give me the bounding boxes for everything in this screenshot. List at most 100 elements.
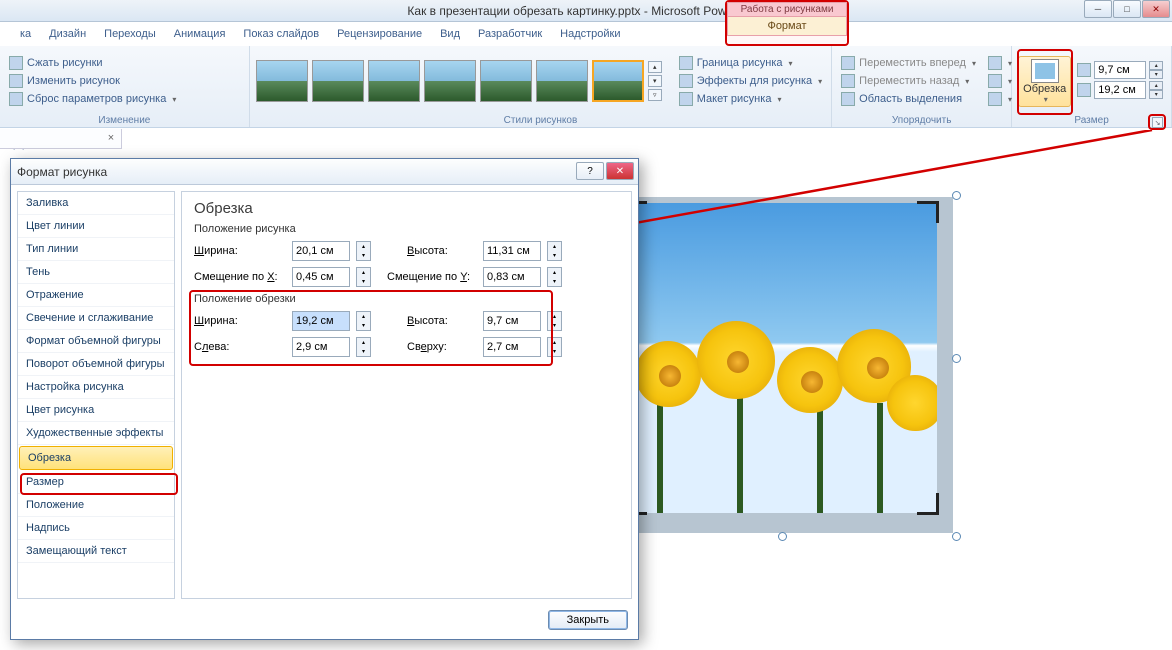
send-backward-button[interactable]: Переместить назад▾: [838, 73, 979, 89]
size-dialog-launcher[interactable]: ↘: [1152, 117, 1163, 128]
style-thumb[interactable]: [424, 60, 476, 102]
change-picture-icon: [9, 74, 23, 88]
group-title-size: Размер: [1018, 114, 1165, 127]
crop-left-spinner[interactable]: ▴▾: [356, 337, 371, 357]
dialog-nav-item[interactable]: Заливка: [18, 192, 174, 215]
dialog-nav-item[interactable]: Настройка рисунка: [18, 376, 174, 399]
dialog-nav-item[interactable]: Цвет рисунка: [18, 399, 174, 422]
picture-layout-button[interactable]: Макет рисунка▾: [676, 91, 825, 107]
dialog-close-button[interactable]: ✕: [606, 162, 634, 180]
offset-y-input[interactable]: [483, 267, 541, 287]
picture-position-label: Положение рисунка: [194, 223, 619, 235]
dialog-nav-item[interactable]: Отражение: [18, 284, 174, 307]
dialog-content: Обрезка Положение рисунка Ширина: ▴▾ Выс…: [181, 191, 632, 599]
close-panel-icon[interactable]: ×: [104, 132, 118, 146]
offset-x-input[interactable]: [292, 267, 350, 287]
pic-height-spinner[interactable]: ▴▾: [547, 241, 562, 261]
gallery-scroll[interactable]: ▴▾▿: [648, 61, 664, 101]
compress-icon: [9, 56, 23, 70]
selection-handle[interactable]: [952, 191, 961, 200]
crop-width-input[interactable]: [292, 311, 350, 331]
minimize-button[interactable]: ─: [1084, 0, 1112, 18]
effects-icon: [679, 74, 693, 88]
dialog-nav-item[interactable]: Свечение и сглаживание: [18, 307, 174, 330]
crop-top-input[interactable]: [483, 337, 541, 357]
rotate-icon: [988, 92, 1002, 106]
picture-object[interactable]: [627, 203, 937, 513]
border-icon: [679, 56, 693, 70]
width-input[interactable]: [1094, 81, 1146, 99]
tab-item[interactable]: Рецензирование: [337, 28, 422, 40]
dialog-nav-item[interactable]: Тип линии: [18, 238, 174, 261]
height-spinner[interactable]: ▴▾: [1149, 61, 1163, 79]
dialog-close-action[interactable]: Закрыть: [548, 610, 628, 630]
dialog-nav-item[interactable]: Надпись: [18, 517, 174, 540]
group-button[interactable]: ▾: [985, 73, 1015, 89]
crop-top-spinner[interactable]: ▴▾: [547, 337, 562, 357]
crop-handle[interactable]: [917, 493, 939, 515]
align-icon: [988, 56, 1002, 70]
offset-x-spinner[interactable]: ▴▾: [356, 267, 371, 287]
reset-picture-button[interactable]: Сброс параметров рисунка▾: [6, 91, 179, 107]
forward-icon: [841, 56, 855, 70]
title-bar: Как в презентации обрезать картинку.pptx…: [0, 0, 1172, 22]
pic-height-label: Высота:: [407, 245, 477, 257]
width-spinner[interactable]: ▴▾: [1149, 81, 1163, 99]
style-thumb[interactable]: [592, 60, 644, 102]
rotate-button[interactable]: ▾: [985, 91, 1015, 107]
pic-width-input[interactable]: [292, 241, 350, 261]
selection-icon: [841, 92, 855, 106]
dialog-help-button[interactable]: ?: [576, 162, 604, 180]
dialog-nav-item[interactable]: Обрезка: [19, 446, 173, 470]
picture-effects-button[interactable]: Эффекты для рисунка▾: [676, 73, 825, 89]
align-button[interactable]: ▾: [985, 55, 1015, 71]
selection-handle[interactable]: [952, 532, 961, 541]
pic-height-input[interactable]: [483, 241, 541, 261]
dialog-nav-item[interactable]: Формат объемной фигуры: [18, 330, 174, 353]
format-picture-dialog: Формат рисунка ? ✕ ЗаливкаЦвет линииТип …: [10, 158, 639, 640]
pic-width-spinner[interactable]: ▴▾: [356, 241, 371, 261]
crop-left-input[interactable]: [292, 337, 350, 357]
tab-item[interactable]: Надстройки: [560, 28, 620, 40]
dialog-nav-item[interactable]: Положение: [18, 494, 174, 517]
tab-item[interactable]: Показ слайдов: [243, 28, 319, 40]
crop-width-spinner[interactable]: ▴▾: [356, 311, 371, 331]
dialog-nav-item[interactable]: Цвет линии: [18, 215, 174, 238]
close-button[interactable]: ✕: [1142, 0, 1170, 18]
tab-item[interactable]: Вид: [440, 28, 460, 40]
style-thumb[interactable]: [480, 60, 532, 102]
style-thumb[interactable]: [368, 60, 420, 102]
crop-button[interactable]: Обрезка ▾: [1018, 56, 1071, 107]
selection-pane-button[interactable]: Область выделения: [838, 91, 979, 107]
dialog-titlebar[interactable]: Формат рисунка ? ✕: [11, 159, 638, 185]
crop-left-label: Слева:: [194, 341, 286, 353]
change-picture-button[interactable]: Изменить рисунок: [6, 73, 179, 89]
selection-handle[interactable]: [952, 354, 961, 363]
picture-styles-gallery[interactable]: ▴▾▿: [256, 60, 664, 102]
dialog-nav-item[interactable]: Замещающий текст: [18, 540, 174, 563]
dialog-nav-item[interactable]: Тень: [18, 261, 174, 284]
dialog-nav-item[interactable]: Поворот объемной фигуры: [18, 353, 174, 376]
crop-height-input[interactable]: [483, 311, 541, 331]
bring-forward-button[interactable]: Переместить вперед▾: [838, 55, 979, 71]
crop-handle[interactable]: [917, 201, 939, 223]
dialog-nav-item[interactable]: Художественные эффекты: [18, 422, 174, 445]
style-thumb[interactable]: [536, 60, 588, 102]
selection-handle[interactable]: [778, 532, 787, 541]
style-thumb[interactable]: [256, 60, 308, 102]
compress-pictures-button[interactable]: Сжать рисунки: [6, 55, 179, 71]
tab-item[interactable]: Дизайн: [49, 28, 86, 40]
picture-border-button[interactable]: Граница рисунка▾: [676, 55, 825, 71]
tab-item[interactable]: Анимация: [174, 28, 226, 40]
dialog-nav-item[interactable]: Размер: [18, 471, 174, 494]
tab-item[interactable]: ка: [20, 28, 31, 40]
maximize-button[interactable]: □: [1113, 0, 1141, 18]
height-input[interactable]: [1094, 61, 1146, 79]
tab-item[interactable]: Переходы: [104, 28, 156, 40]
style-thumb[interactable]: [312, 60, 364, 102]
tab-item[interactable]: Разработчик: [478, 28, 542, 40]
crop-height-spinner[interactable]: ▴▾: [547, 311, 562, 331]
crop-width-label: Ширина:: [194, 315, 286, 327]
offset-y-spinner[interactable]: ▴▾: [547, 267, 562, 287]
group-title-styles: Стили рисунков: [256, 114, 825, 127]
